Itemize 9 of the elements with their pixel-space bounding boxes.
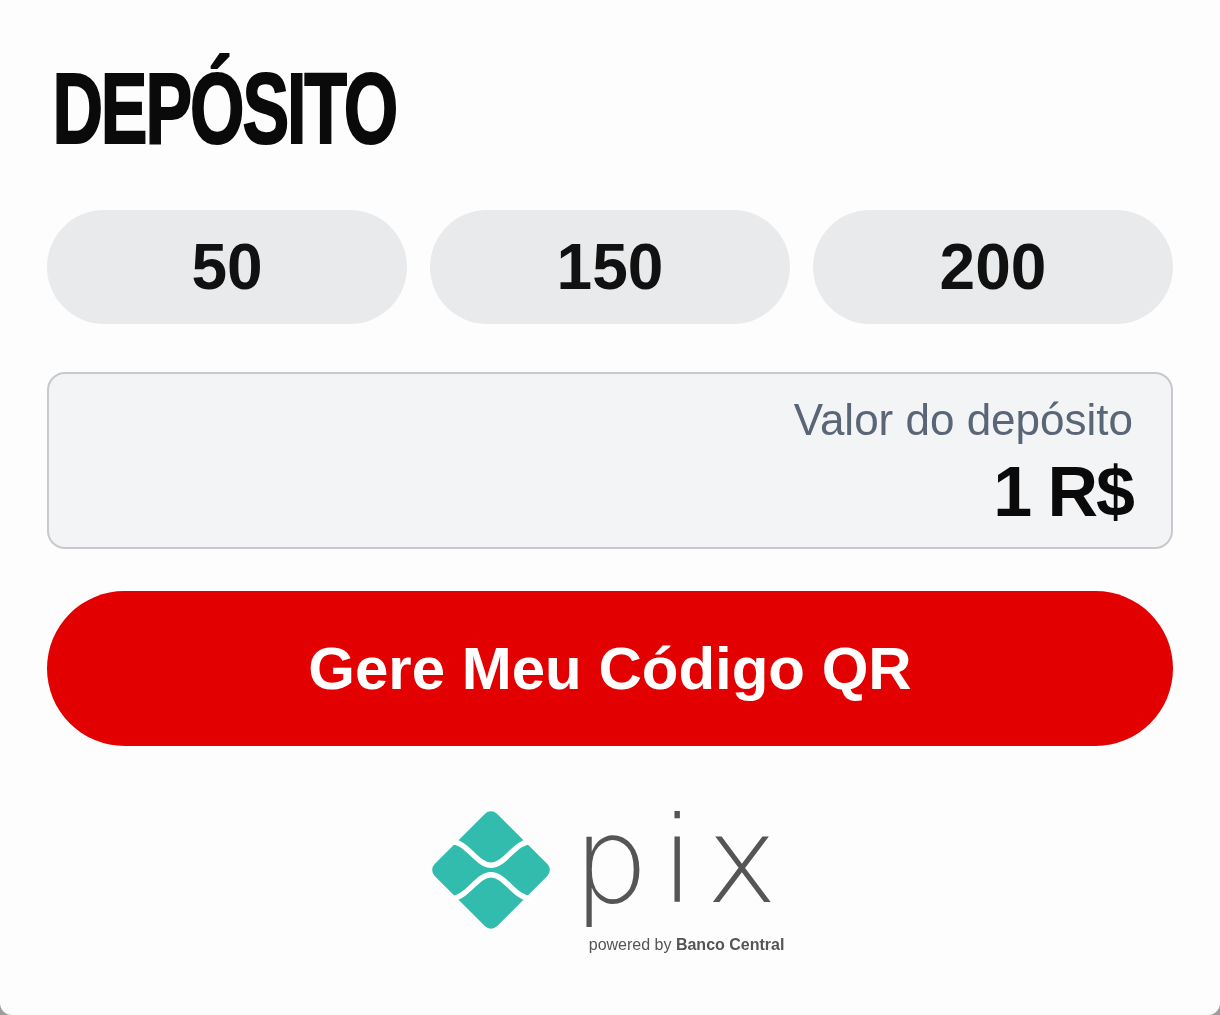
- diamond-logo-icon: [430, 810, 551, 930]
- amount-option[interactable]: 50: [47, 210, 407, 324]
- logo-wordmark: pix: [572, 790, 790, 932]
- amount-field[interactable]: Valor do depósito 1 R$: [47, 372, 1173, 549]
- generate-qr-button[interactable]: Gere Meu Código QR: [47, 591, 1173, 746]
- amount-option[interactable]: 150: [430, 210, 790, 324]
- page-title: DEPÓSITO: [51, 51, 398, 166]
- logo-tagline: powered by Banco Central: [588, 936, 785, 954]
- amount-option[interactable]: 200: [813, 210, 1173, 324]
